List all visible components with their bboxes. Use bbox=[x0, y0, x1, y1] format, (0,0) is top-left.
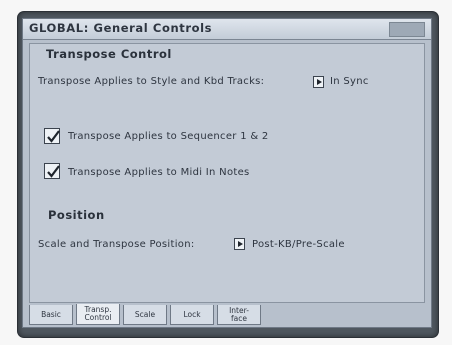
checkmark-icon bbox=[47, 165, 60, 178]
transpose-applies-value[interactable]: In Sync bbox=[330, 76, 369, 87]
tab-basic[interactable]: Basic bbox=[29, 305, 73, 325]
transpose-applies-arrow-button[interactable] bbox=[313, 76, 324, 88]
tab-label: Lock bbox=[183, 310, 201, 319]
tab-scale[interactable]: Scale bbox=[123, 305, 167, 325]
position-label: Scale and Transpose Position: bbox=[38, 239, 195, 250]
controls-panel: Transpose Control Transpose Applies to S… bbox=[29, 43, 425, 303]
title-bar: GLOBAL: General Controls bbox=[23, 19, 431, 40]
tab-label: Scale bbox=[134, 310, 156, 319]
position-heading: Position bbox=[48, 208, 105, 222]
transpose-control-heading: Transpose Control bbox=[46, 47, 172, 61]
page-title: GLOBAL: General Controls bbox=[29, 21, 213, 35]
checkmark-icon bbox=[47, 130, 60, 143]
position-value[interactable]: Post-KB/Pre-Scale bbox=[252, 239, 345, 250]
title-badge bbox=[389, 22, 425, 37]
position-arrow-button[interactable] bbox=[234, 238, 245, 250]
sequencer-transpose-label: Transpose Applies to Sequencer 1 & 2 bbox=[68, 131, 269, 142]
tab-interface[interactable]: Inter- face bbox=[217, 305, 261, 325]
midi-transpose-checkbox[interactable] bbox=[44, 163, 60, 179]
tab-lock[interactable]: Lock bbox=[170, 305, 214, 325]
tab-label-line2: Control bbox=[84, 313, 112, 322]
tab-label: Basic bbox=[41, 310, 61, 319]
transpose-applies-label: Transpose Applies to Style and Kbd Track… bbox=[38, 76, 265, 87]
tab-bar: Basic Transp. Control Scale Lock Inter- … bbox=[29, 304, 425, 325]
tab-label-line2: face bbox=[231, 314, 247, 323]
tab-transpose-control[interactable]: Transp. Control bbox=[76, 304, 120, 325]
midi-transpose-label: Transpose Applies to Midi In Notes bbox=[68, 167, 250, 178]
sequencer-transpose-checkbox[interactable] bbox=[44, 128, 60, 144]
global-screen: GLOBAL: General Controls Transpose Contr… bbox=[22, 18, 432, 328]
